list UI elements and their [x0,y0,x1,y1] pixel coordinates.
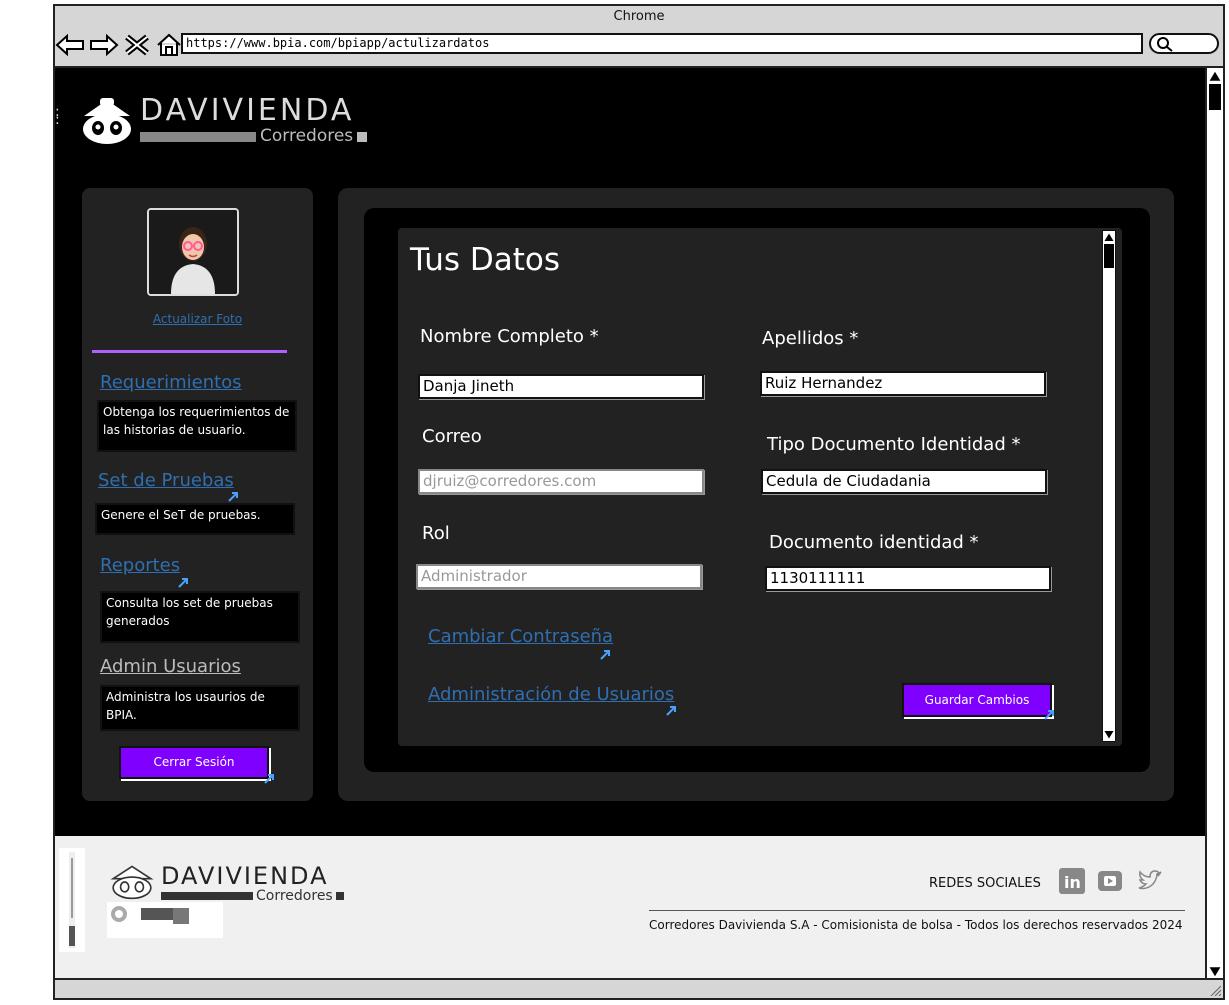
sidebar-item-requerimientos[interactable]: Requerimientos [100,372,242,393]
page-viewport: :: DAVIVIENDA Corredores Actualizar Foto… [55,68,1207,836]
brand-logo: DAVIVIENDA Corredores [80,93,368,146]
documento-label: Documento identidad * [769,532,979,553]
brand-sub: Corredores [260,126,354,146]
sidebar-divider [92,350,287,353]
scroll-down-icon[interactable] [1209,967,1221,977]
browser-title: Chrome [613,9,665,24]
change-password-link[interactable]: Cambiar Contraseña [428,626,613,647]
sidebar-item-admin-usuarios[interactable]: Admin Usuarios [100,656,241,677]
svg-text:in: in [1064,873,1081,892]
page-scrollbar[interactable] [1205,68,1223,980]
resize-grip-icon[interactable] [1209,984,1221,996]
sidebar-desc-admin-usuarios: Administra los usaurios de BPIA. [100,685,300,731]
scroll-thumb[interactable] [1104,244,1114,268]
url-input[interactable]: https://www.bpia.com/bpiapp/actulizardat… [181,33,1143,54]
tipo-documento-field[interactable]: Cedula de Ciudadania [761,469,1047,494]
form-scrollbar[interactable] [1102,230,1116,742]
twitter-icon[interactable] [1137,868,1163,894]
browser-window: Chrome https://www.bpia.com/bpiapp/actul… [53,4,1225,1000]
certification-logos [107,902,223,938]
rol-label: Rol [422,523,450,544]
update-photo-link[interactable]: Actualizar Foto [82,312,313,326]
sidebar-item-reportes[interactable]: Reportes [100,555,180,576]
sidebar-desc-requerimientos: Obtenga los requerimientos de las histor… [97,400,297,452]
avatar [147,208,239,296]
rol-field[interactable]: Administrador [416,564,702,589]
tipo-documento-label: Tipo Documento Identidad * [767,434,1021,455]
main-card: Tus Datos Nombre Completo * Danja Jineth… [338,188,1174,801]
menu-dots-icon[interactable]: :: [55,105,60,127]
linkedin-icon[interactable]: in [1059,868,1085,894]
home-icon[interactable] [155,33,183,57]
forward-icon[interactable] [89,33,119,57]
main-inner: Tus Datos Nombre Completo * Danja Jineth… [364,208,1150,772]
scroll-thumb[interactable] [1209,84,1221,110]
nombre-label: Nombre Completo * [420,326,599,347]
footer-brand-sub: Corredores [256,888,333,904]
back-icon[interactable] [55,33,85,57]
footer-logo: DAVIVIENDA Corredores [109,864,344,903]
profile-form: Tus Datos Nombre Completo * Danja Jineth… [398,228,1122,746]
house-logo-icon [110,865,154,900]
cursor-icon [600,650,610,660]
cursor-icon [666,706,676,716]
browser-titlebar: Chrome https://www.bpia.com/bpiapp/actul… [55,6,1223,68]
correo-label: Correo [422,426,482,447]
scroll-down-icon[interactable] [1104,731,1114,739]
social-title: REDES SOCIALES [929,876,1041,891]
house-logo-icon [83,98,131,144]
horizontal-scrollbar[interactable] [55,978,1223,998]
documento-field[interactable]: 1130111111 [765,566,1051,591]
search-icon [1157,37,1173,52]
logout-button[interactable]: Cerrar Sesión [119,746,269,779]
sidebar-item-set-pruebas[interactable]: Set de Pruebas [98,470,234,491]
footer: DAVIVIENDA Corredores REDES SOCIALES in … [55,836,1207,980]
page-title: Tus Datos [410,242,561,278]
apellidos-field[interactable]: Ruiz Hernandez [760,371,1046,396]
close-icon[interactable] [123,33,151,57]
cursor-icon [1044,710,1054,720]
brand-name: DAVIVIENDA [140,93,355,128]
search-button[interactable] [1149,33,1219,54]
admin-users-link[interactable]: Administración de Usuarios [428,684,674,705]
apellidos-label: Apellidos * [762,328,859,349]
save-button[interactable]: Guardar Cambios [902,683,1052,717]
sidebar-desc-reportes: Consulta los set de pruebas generados [100,591,300,643]
cursor-icon [264,774,274,784]
cursor-icon [228,492,238,502]
nombre-field[interactable]: Danja Jineth [418,374,704,399]
sidebar: Actualizar Foto Requerimientos Obtenga l… [82,188,313,801]
email-field[interactable]: djruiz@corredores.com [418,469,704,494]
copyright-text: Corredores Davivienda S.A - Comisionista… [649,918,1183,932]
scroll-up-icon[interactable] [1209,71,1221,81]
cursor-icon [178,578,188,588]
sidebar-desc-set-pruebas: Genere el SeT de pruebas. [95,503,295,535]
footer-brand-name: DAVIVIENDA [161,862,329,890]
scroll-up-icon[interactable] [1104,233,1114,241]
browser-nav [55,32,183,58]
youtube-icon[interactable] [1097,868,1123,894]
footer-divider [649,910,1185,911]
vigilado-badge [59,848,85,952]
